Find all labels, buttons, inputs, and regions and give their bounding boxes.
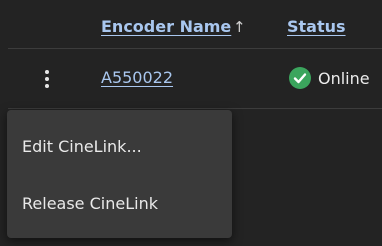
status-cell: Online bbox=[289, 67, 370, 89]
kebab-menu-icon[interactable] bbox=[37, 64, 57, 94]
status-text: Online bbox=[318, 68, 370, 88]
row-divider bbox=[8, 108, 382, 109]
status-column-header[interactable]: Status bbox=[287, 17, 346, 36]
menu-item-edit-cinelink[interactable]: Edit CineLink... bbox=[22, 137, 142, 156]
header-divider bbox=[8, 48, 382, 49]
encoder-name-column-header[interactable]: Encoder Name bbox=[101, 17, 231, 36]
sort-ascending-arrow-icon[interactable]: ↑ bbox=[233, 18, 246, 36]
kebab-dot bbox=[45, 84, 49, 88]
kebab-dot bbox=[45, 70, 49, 74]
check-circle-icon bbox=[289, 67, 311, 89]
menu-item-release-cinelink[interactable]: Release CineLink bbox=[22, 194, 158, 213]
table-header-row: Encoder Name ↑ Status bbox=[0, 0, 382, 48]
encoder-name-link[interactable]: A550022 bbox=[101, 68, 173, 87]
kebab-dot bbox=[45, 77, 49, 81]
row-actions-context-menu: Edit CineLink... Release CineLink bbox=[7, 110, 232, 238]
